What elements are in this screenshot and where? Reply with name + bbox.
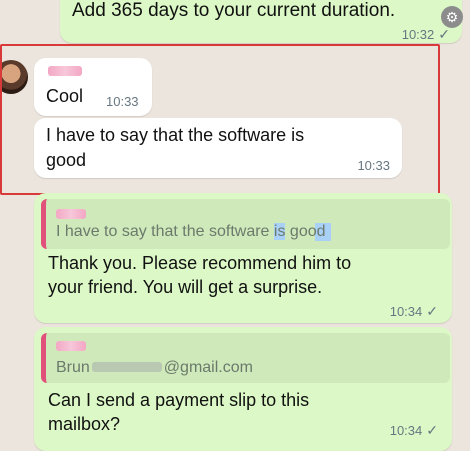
time-label: 10:32 bbox=[401, 27, 435, 42]
sent-check-icon: ✓ bbox=[438, 26, 450, 42]
sent-check-icon: ✓ bbox=[426, 303, 438, 319]
message-outgoing-top[interactable]: Add 365 days to your current duration. 1… bbox=[60, 0, 462, 43]
quoted-sender-redacted bbox=[56, 341, 86, 351]
message-outgoing-thankyou[interactable]: I have to say that the software is good … bbox=[34, 193, 452, 323]
quoted-text: I have to say that the software is good bbox=[56, 223, 326, 241]
contact-avatar[interactable] bbox=[0, 60, 28, 94]
message-text-line2: good bbox=[46, 150, 87, 170]
quoted-text-before: I have to say that the software bbox=[56, 223, 274, 240]
message-time: 10:34 ✓ bbox=[390, 303, 438, 320]
message-text-line1: I have to say that the software is bbox=[46, 125, 305, 145]
settings-icon[interactable]: ⚙ bbox=[441, 6, 463, 28]
email-redacted-blur bbox=[91, 362, 162, 372]
message-text: Cool bbox=[46, 86, 84, 106]
message-time: 10:32 ✓ bbox=[402, 26, 450, 43]
quoted-email-prefix: Brun bbox=[56, 359, 90, 376]
message-time: 10:33 bbox=[357, 158, 390, 173]
message-text-line2: mailbox? bbox=[48, 414, 121, 434]
chat-area: Add 365 days to your current duration. 1… bbox=[0, 0, 470, 451]
message-text: Add 365 days to your current duration. bbox=[72, 0, 396, 21]
quoted-message[interactable]: Brun @gmail.com bbox=[41, 333, 450, 383]
time-label: 10:34 bbox=[389, 304, 423, 319]
message-time: 10:34 ✓ bbox=[390, 422, 438, 439]
message-text-line1: Thank you. Please recommend him to bbox=[48, 253, 352, 273]
message-text-line1: Can I send a payment slip to this bbox=[48, 390, 310, 410]
quoted-text-highlight: is bbox=[273, 223, 286, 240]
sender-name-redacted bbox=[48, 66, 82, 76]
time-label: 10:34 bbox=[389, 423, 423, 438]
quoted-sender-redacted bbox=[56, 209, 86, 219]
quoted-text-after: good bbox=[285, 223, 326, 240]
message-text-line2: your friend. You will get a surprise. bbox=[48, 277, 323, 297]
quoted-email-suffix: @gmail.com bbox=[163, 359, 253, 376]
message-incoming-software[interactable]: I have to say that the software is good … bbox=[34, 118, 402, 178]
quoted-email: Brun @gmail.com bbox=[56, 359, 253, 377]
sent-check-icon: ✓ bbox=[426, 422, 438, 438]
quoted-message[interactable]: I have to say that the software is good bbox=[41, 199, 450, 249]
message-time: 10:33 bbox=[106, 94, 139, 109]
message-outgoing-payment[interactable]: Brun @gmail.com Can I send a payment slip… bbox=[34, 327, 452, 451]
message-incoming-cool[interactable]: Cool 10:33 bbox=[34, 58, 152, 116]
